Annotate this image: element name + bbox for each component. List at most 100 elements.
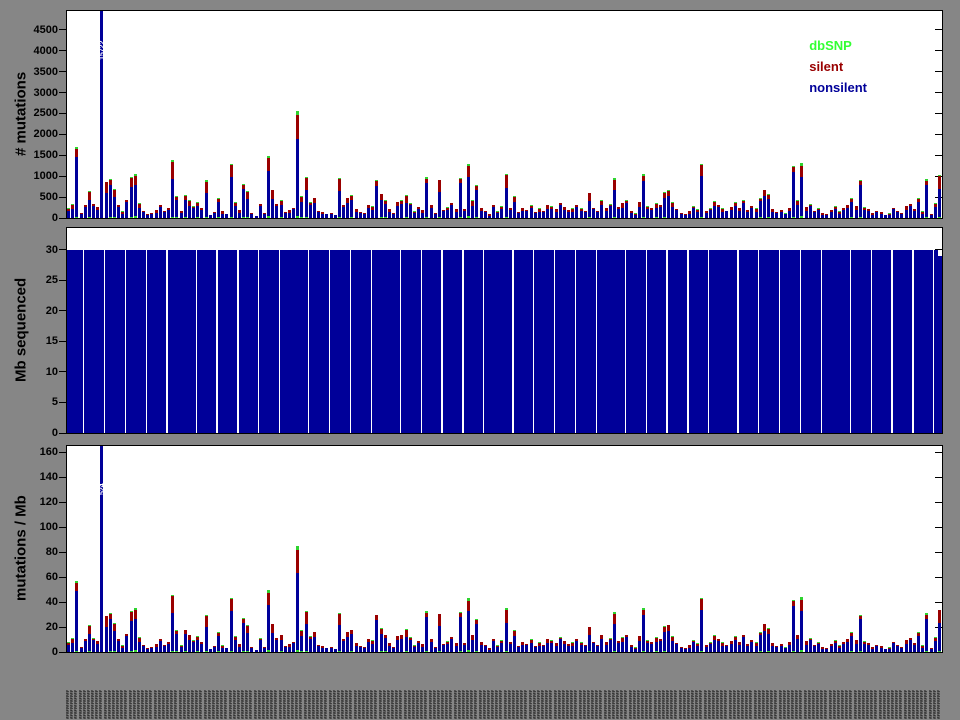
bar-segment-nonsilent — [658, 206, 662, 218]
bar — [725, 644, 729, 652]
bar — [825, 648, 829, 652]
bar-segment-nonsilent — [271, 632, 275, 652]
sample-label: ############ — [74, 690, 79, 719]
bar — [625, 634, 629, 652]
bar-segment-dbsnp-base — [762, 651, 766, 652]
sample-label: ############ — [499, 690, 504, 719]
bar — [921, 211, 925, 218]
bar-segment-silent — [504, 609, 508, 623]
bar — [483, 644, 487, 652]
y-tick-mark-right — [935, 576, 942, 578]
bar-segment-nonsilent — [796, 204, 800, 218]
bar — [929, 214, 933, 218]
bar-segment-nonsilent — [608, 206, 612, 218]
bar-segment-nonsilent — [367, 641, 371, 652]
bar-segment-nonsilent — [717, 207, 721, 218]
bar-segment-nonsilent — [129, 621, 133, 652]
bar-segment-nonsilent — [608, 640, 612, 652]
bar-segment-nonsilent — [375, 185, 379, 218]
bar-segment-silent — [337, 613, 341, 626]
bar — [67, 642, 71, 652]
bar — [542, 211, 546, 218]
bar-segment-silent — [75, 148, 79, 158]
bar-segment-nonsilent — [104, 627, 108, 652]
bar — [708, 642, 712, 652]
bar — [450, 202, 454, 218]
bar — [96, 207, 100, 218]
y-tick-label: 60 — [45, 571, 58, 584]
bar-segment-nonsilent — [642, 180, 646, 217]
bar — [87, 190, 91, 218]
y-tick-mark-right — [935, 92, 942, 94]
bar — [662, 625, 666, 652]
bar-segment-nonsilent — [467, 611, 471, 651]
mb-bar-gap — [687, 249, 689, 433]
bar — [162, 210, 166, 218]
bar-segment-nonsilent — [108, 619, 112, 652]
bar-segment-nonsilent — [292, 642, 296, 652]
bar — [846, 638, 850, 652]
bar — [646, 206, 650, 218]
bar-segment-dbsnp-base — [800, 216, 804, 218]
bar-segment-silent — [296, 549, 300, 573]
bar — [862, 641, 866, 652]
bar — [217, 197, 221, 218]
bar-segment-nonsilent — [625, 202, 629, 218]
bar — [754, 642, 758, 652]
legend: dbSNP silent nonsilent — [809, 35, 867, 98]
bar — [171, 160, 175, 218]
bar-segment-dbsnp-base — [404, 651, 408, 652]
bar — [862, 207, 866, 218]
bar — [529, 205, 533, 218]
bar-segment-nonsilent — [908, 205, 912, 218]
bar-segment-nonsilent — [862, 210, 866, 218]
bar-segment-nonsilent — [462, 645, 466, 652]
mb-bar-gap — [849, 249, 852, 433]
bar-segment-nonsilent — [404, 636, 408, 652]
bar-segment-nonsilent — [267, 170, 271, 217]
bar-segment-nonsilent — [558, 204, 562, 218]
bar — [192, 640, 196, 652]
mb-bar-gap — [891, 249, 893, 433]
bar — [125, 633, 129, 652]
legend-item-dbsnp: dbSNP — [809, 38, 852, 53]
bar — [442, 643, 446, 652]
bar — [308, 636, 312, 652]
bar — [375, 614, 379, 652]
bar-segment-dbsnp-base — [758, 651, 762, 652]
bar — [725, 210, 729, 218]
bar — [146, 214, 150, 218]
bar — [462, 208, 466, 218]
bar-segment-nonsilent — [512, 636, 516, 652]
bar-segment-nonsilent — [442, 210, 446, 218]
bar-segment-silent — [800, 165, 804, 177]
bar-segment-nonsilent — [654, 208, 658, 218]
bar — [933, 203, 937, 218]
bar-segment-dbsnp-base — [792, 651, 796, 652]
bar — [900, 212, 904, 218]
bar — [233, 636, 237, 652]
mb-bar-gap — [328, 249, 331, 433]
bar-segment-silent — [129, 178, 133, 188]
bar-segment-nonsilent — [167, 643, 171, 652]
bar — [692, 206, 696, 218]
bar-segment-nonsilent — [187, 640, 191, 652]
bar — [554, 643, 558, 652]
bar-segment-silent — [129, 612, 133, 622]
bar — [421, 643, 425, 652]
bar-segment-nonsilent — [508, 209, 512, 218]
bar — [821, 646, 825, 652]
mb-bar-gap — [870, 249, 872, 433]
bar-segment-nonsilent — [396, 205, 400, 218]
bar — [642, 174, 646, 218]
bar — [437, 179, 441, 218]
bar — [762, 623, 766, 652]
bar-segment-nonsilent — [642, 615, 646, 651]
y-tick-mark-right — [935, 133, 942, 135]
bar — [604, 207, 608, 218]
bar — [587, 626, 591, 652]
bar-segment-nonsilent — [429, 207, 433, 218]
bar — [733, 636, 737, 652]
sample-label: ############ — [874, 690, 879, 719]
bar — [137, 637, 141, 652]
